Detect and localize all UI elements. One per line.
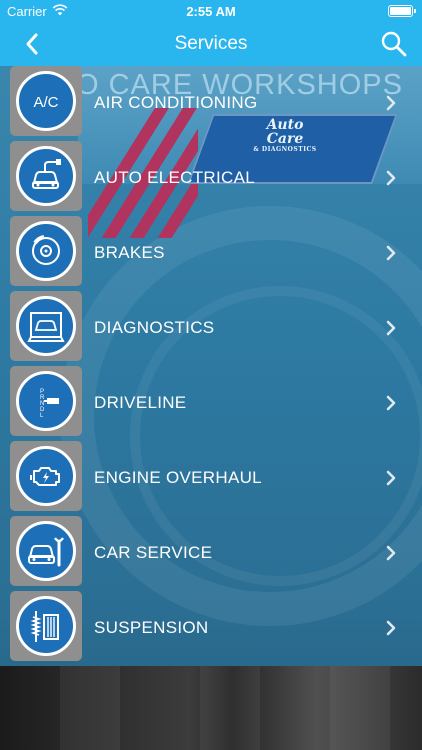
gear-shift-icon: P R N D L <box>16 371 76 431</box>
service-label: AIR CONDITIONING <box>94 93 258 112</box>
service-row-auto-electrical[interactable]: AUTO ELECTRICAL <box>0 141 422 216</box>
service-icon-tile <box>10 591 82 661</box>
battery-icon <box>388 5 416 17</box>
car-plug-icon <box>16 146 76 206</box>
service-icon-tile <box>10 291 82 361</box>
search-button[interactable] <box>380 30 408 58</box>
chevron-right-icon <box>386 470 396 486</box>
service-row-engine-overhaul[interactable]: ENGINE OVERHAUL <box>0 441 422 516</box>
engine-icon <box>16 446 76 506</box>
status-bar: Carrier 2:55 AM <box>0 0 422 22</box>
service-icon-tile <box>10 216 82 286</box>
service-label: DIAGNOSTICS <box>94 318 215 337</box>
service-row-air-conditioning[interactable]: A/C AIR CONDITIONING <box>0 66 422 141</box>
service-icon-tile <box>10 516 82 586</box>
service-label: DRIVELINE <box>94 393 187 412</box>
chevron-right-icon <box>386 95 396 111</box>
service-label: CAR SERVICE <box>94 543 213 562</box>
service-row-driveline[interactable]: P R N D L DRIVELINE <box>0 366 422 441</box>
diagnostic-car-icon <box>16 296 76 356</box>
service-label: ENGINE OVERHAUL <box>94 468 262 487</box>
chevron-right-icon <box>386 170 396 186</box>
chevron-right-icon <box>386 395 396 411</box>
service-icon-tile: P R N D L <box>10 366 82 436</box>
service-row-car-service[interactable]: CAR SERVICE <box>0 516 422 591</box>
background-photo-strip <box>0 666 422 750</box>
service-label: BRAKES <box>94 243 165 262</box>
service-row-diagnostics[interactable]: DIAGNOSTICS <box>0 291 422 366</box>
services-list: A/C AIR CONDITIONING AUTO ELECTRICAL BRA… <box>0 66 422 666</box>
svg-text:L: L <box>40 413 44 419</box>
chevron-right-icon <box>386 620 396 636</box>
header: Carrier 2:55 AM Services <box>0 0 422 66</box>
chevron-right-icon <box>386 320 396 336</box>
service-icon-tile <box>10 141 82 211</box>
svg-text:A/C: A/C <box>33 94 58 111</box>
service-label: SUSPENSION <box>94 618 209 637</box>
service-row-suspension[interactable]: SUSPENSION <box>0 591 422 666</box>
service-label: AUTO ELECTRICAL <box>94 168 256 187</box>
shock-absorber-icon <box>16 596 76 656</box>
page-title: Services <box>174 33 248 54</box>
chevron-right-icon <box>386 245 396 261</box>
status-time: 2:55 AM <box>186 4 236 19</box>
brake-disc-icon <box>16 221 76 281</box>
chevron-right-icon <box>386 545 396 561</box>
service-row-brakes[interactable]: BRAKES <box>0 216 422 291</box>
ac-icon: A/C <box>16 71 76 131</box>
navigation-bar: Services <box>0 22 422 66</box>
car-wrench-icon <box>16 521 76 581</box>
service-icon-tile: A/C <box>10 66 82 136</box>
service-icon-tile <box>10 441 82 511</box>
